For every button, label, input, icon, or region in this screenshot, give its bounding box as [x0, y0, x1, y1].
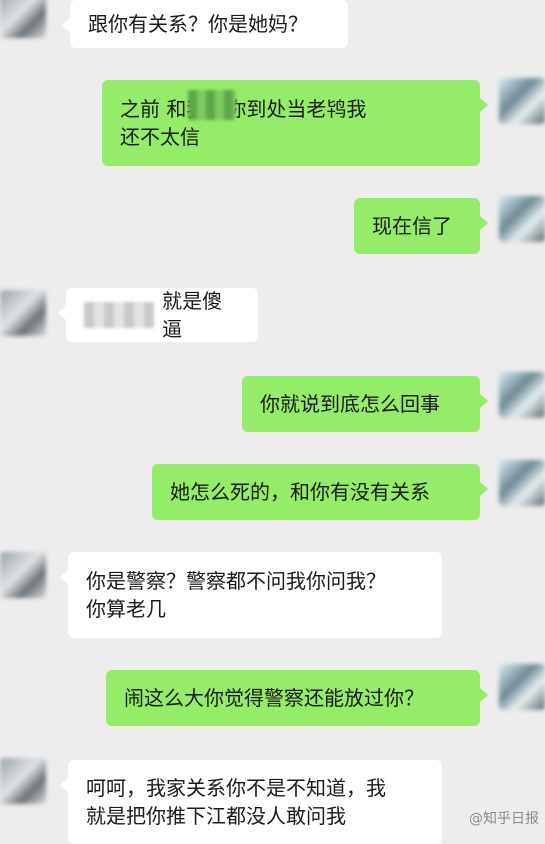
watermark: @知乎日报 [469, 811, 539, 827]
message-bubble-incoming[interactable]: 就是傻逼 [58, 288, 258, 342]
message-text: 闹这么大你觉得警察还能放过你？ [124, 686, 424, 710]
message-bubble-outgoing[interactable]: 闹这么大你觉得警察还能放过你？ [106, 670, 488, 726]
message-text: 她怎么死的，和你有没有关系 [170, 480, 430, 504]
message-text: 你就说到底怎么回事 [260, 392, 440, 416]
redacted-mention-mosaic [84, 302, 155, 328]
message-bubble-outgoing[interactable]: 你就说到底怎么回事 [242, 376, 488, 432]
message-bubble-incoming[interactable]: 你是警察？警察都不问我你问我？ 你算老几 [60, 552, 442, 638]
self-avatar[interactable] [499, 460, 545, 506]
message-text: 就是傻逼 [162, 289, 223, 341]
message-bubble-incoming[interactable]: 呵呵，我家关系你不是不知道，我 就是把你推下江都没人敢问我 [60, 760, 442, 844]
message-text: 之前 和我说你到处当老鸨我 还不太信 [120, 97, 367, 149]
self-avatar[interactable] [499, 664, 545, 710]
message-text: 跟你有关系？你是她妈？ [88, 12, 308, 36]
message-bubble-outgoing[interactable]: 之前 和我说你到处当老鸨我 还不太信 [102, 80, 488, 166]
message-bubble-outgoing[interactable]: 她怎么死的，和你有没有关系 [152, 464, 488, 520]
contact-avatar[interactable] [0, 0, 46, 38]
message-text: 你是警察？警察都不问我你问我？ 你算老几 [86, 569, 386, 621]
self-avatar[interactable] [499, 78, 545, 124]
contact-avatar[interactable] [0, 758, 46, 804]
message-bubble-outgoing[interactable]: 现在信了 [354, 198, 488, 254]
contact-avatar[interactable] [0, 552, 46, 598]
self-avatar[interactable] [499, 196, 545, 242]
contact-avatar[interactable] [0, 290, 46, 336]
self-avatar[interactable] [499, 372, 545, 418]
message-text: 现在信了 [372, 214, 452, 238]
message-bubble-incoming[interactable]: 跟你有关系？你是她妈？ [62, 0, 348, 48]
message-text: 呵呵，我家关系你不是不知道，我 就是把你推下江都没人敢问我 [86, 776, 386, 828]
redacted-name-mosaic [188, 90, 236, 120]
